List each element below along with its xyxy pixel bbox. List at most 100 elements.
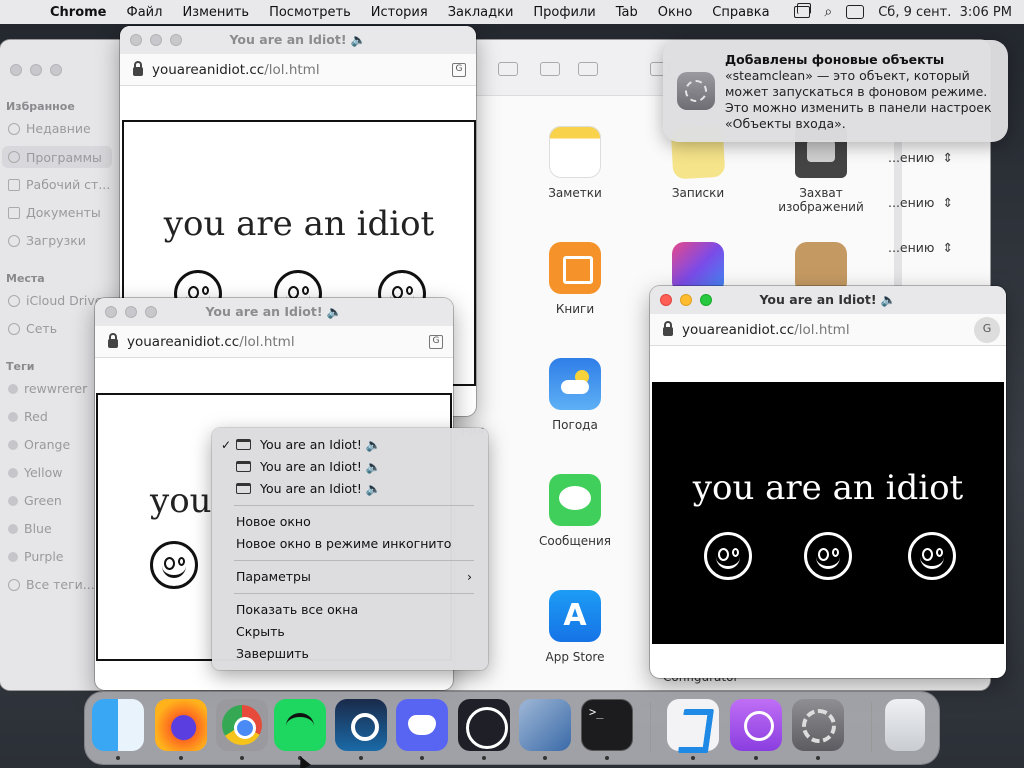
menu-tab[interactable]: Tab: [616, 5, 638, 20]
app-weather[interactable]: Погода: [520, 358, 630, 432]
podcasts-icon[interactable]: [730, 699, 782, 751]
window-traffic-lights: [660, 294, 712, 306]
menu-help[interactable]: Справка: [712, 5, 769, 20]
trash-icon[interactable]: [885, 699, 925, 751]
zoom-button[interactable]: [700, 294, 712, 306]
window-titlebar[interactable]: You are an Idiot! 🔈: [120, 26, 476, 54]
menu-bookmarks[interactable]: Закладки: [448, 5, 514, 20]
menu-profiles[interactable]: Профили: [533, 5, 595, 20]
vscode-icon[interactable]: [667, 699, 719, 751]
list-view-icon[interactable]: [498, 62, 518, 76]
translate-icon[interactable]: G: [452, 63, 466, 77]
menu-item-hide[interactable]: Скрыть: [212, 621, 488, 643]
menu-app-name[interactable]: Chrome: [50, 5, 107, 20]
weather-icon: [549, 358, 601, 410]
window-titlebar[interactable]: You are an Idiot! 🔈: [95, 298, 453, 326]
discord-icon[interactable]: [396, 699, 448, 751]
app-label: Сообщения: [538, 534, 611, 548]
sidebar-item-desktop[interactable]: Рабочий ст...: [8, 177, 118, 192]
zoom-button[interactable]: [50, 64, 62, 76]
app-messages[interactable]: Сообщения: [520, 474, 630, 548]
firefox-icon[interactable]: [155, 699, 207, 751]
running-indicator: [179, 756, 183, 760]
virtualbox-icon[interactable]: [519, 699, 571, 751]
chrome-icon[interactable]: [216, 699, 268, 751]
right-row-1[interactable]: ...ению ⇕: [888, 150, 953, 165]
lock-icon[interactable]: [108, 333, 118, 348]
lock-icon[interactable]: [133, 61, 143, 76]
close-button[interactable]: [130, 34, 142, 46]
minimize-button[interactable]: [125, 306, 137, 318]
sidebar-item-label: Рабочий ст...: [26, 177, 111, 192]
obs-icon[interactable]: [458, 699, 510, 751]
app-notes[interactable]: Заметки: [520, 126, 630, 200]
sidebar-item-applications[interactable]: Программы: [2, 146, 112, 168]
zoom-button[interactable]: [145, 306, 157, 318]
running-indicator: [482, 756, 486, 760]
menu-item-window-1[interactable]: ✓ You are an Idiot! 🔈: [212, 434, 488, 456]
messages-icon: [549, 474, 601, 526]
minimize-button[interactable]: [150, 34, 162, 46]
tag-dot-icon: [8, 495, 18, 506]
settings-icon[interactable]: [792, 699, 844, 751]
close-button[interactable]: [105, 306, 117, 318]
minimize-button[interactable]: [680, 294, 692, 306]
close-button[interactable]: [10, 64, 22, 76]
window-switcher-icon[interactable]: [794, 3, 812, 18]
books-icon: [549, 242, 601, 294]
sidebar-item-documents[interactable]: Документы: [8, 205, 118, 220]
menu-item-window-3[interactable]: You are an Idiot! 🔈: [212, 478, 488, 500]
menu-item-new-incognito[interactable]: Новое окно в режиме инкогнито: [212, 533, 488, 555]
lock-icon[interactable]: [663, 321, 673, 336]
window-titlebar[interactable]: You are an Idiot! 🔈: [650, 286, 1006, 314]
translate-icon[interactable]: G: [429, 335, 443, 349]
control-center-icon[interactable]: [846, 5, 865, 19]
url-host: youareanidiot.cc: [127, 333, 240, 350]
smiley-icon: [704, 532, 752, 580]
app-books[interactable]: Книги: [520, 242, 630, 316]
zoom-button[interactable]: [170, 34, 182, 46]
terminal-icon[interactable]: [581, 699, 633, 751]
search-icon[interactable]: ⌕: [824, 4, 832, 20]
minimize-button[interactable]: [30, 64, 42, 76]
menu-datetime[interactable]: Сб, 9 сент. 3:06 PM: [878, 5, 1012, 20]
sidebar-item-label: Blue: [24, 521, 52, 536]
idiot-window-active[interactable]: You are an Idiot! 🔈 youareanidiot.cc/lol…: [650, 286, 1006, 678]
app-appstore[interactable]: App Store: [520, 590, 630, 664]
menu-item-options[interactable]: Параметры ›: [212, 566, 488, 588]
idiot-message: you are an idiot: [163, 204, 435, 244]
url-path: /lol.html: [794, 321, 850, 338]
right-row-3[interactable]: ...ению ⇕: [888, 240, 953, 255]
notification-banner[interactable]: Добавлены фоновые объекты «steamclean» —…: [663, 40, 1008, 142]
menu-item-quit[interactable]: Завершить: [212, 643, 488, 665]
tags-icon: [8, 578, 20, 591]
menu-window[interactable]: Окно: [658, 5, 693, 20]
tag-dot-icon: [8, 411, 18, 422]
cloud-icon: [8, 294, 20, 307]
sidebar-item-recents[interactable]: Недавние: [8, 121, 118, 136]
menu-history[interactable]: История: [371, 5, 428, 20]
address-bar[interactable]: youareanidiot.cc/lol.html G: [120, 54, 476, 86]
menu-edit[interactable]: Изменить: [182, 5, 249, 20]
address-bar[interactable]: youareanidiot.cc/lol.html G: [95, 326, 453, 358]
sidebar-item-downloads[interactable]: Загрузки: [8, 233, 118, 248]
close-button[interactable]: [660, 294, 672, 306]
translate-icon[interactable]: G: [974, 317, 1000, 343]
menu-item-show-all[interactable]: Показать все окна: [212, 599, 488, 621]
running-indicator: [543, 756, 547, 760]
column-view-icon[interactable]: [540, 62, 560, 76]
gallery-view-icon[interactable]: [578, 62, 598, 76]
menu-view[interactable]: Посмотреть: [269, 5, 351, 20]
menu-file[interactable]: Файл: [127, 5, 163, 20]
window-icon: [236, 483, 251, 494]
desktop-icon: [8, 178, 20, 191]
dock-separator: [871, 702, 872, 752]
spotify-icon[interactable]: [274, 699, 326, 751]
menu-item-new-window[interactable]: Новое окно: [212, 511, 488, 533]
menu-item-label: Параметры: [236, 569, 311, 584]
address-bar[interactable]: youareanidiot.cc/lol.html G: [650, 314, 1006, 346]
finder-icon[interactable]: [92, 699, 144, 751]
steam-icon[interactable]: [335, 699, 387, 751]
menu-item-window-2[interactable]: You are an Idiot! 🔈: [212, 456, 488, 478]
right-row-2[interactable]: ...ению ⇕: [888, 195, 953, 210]
